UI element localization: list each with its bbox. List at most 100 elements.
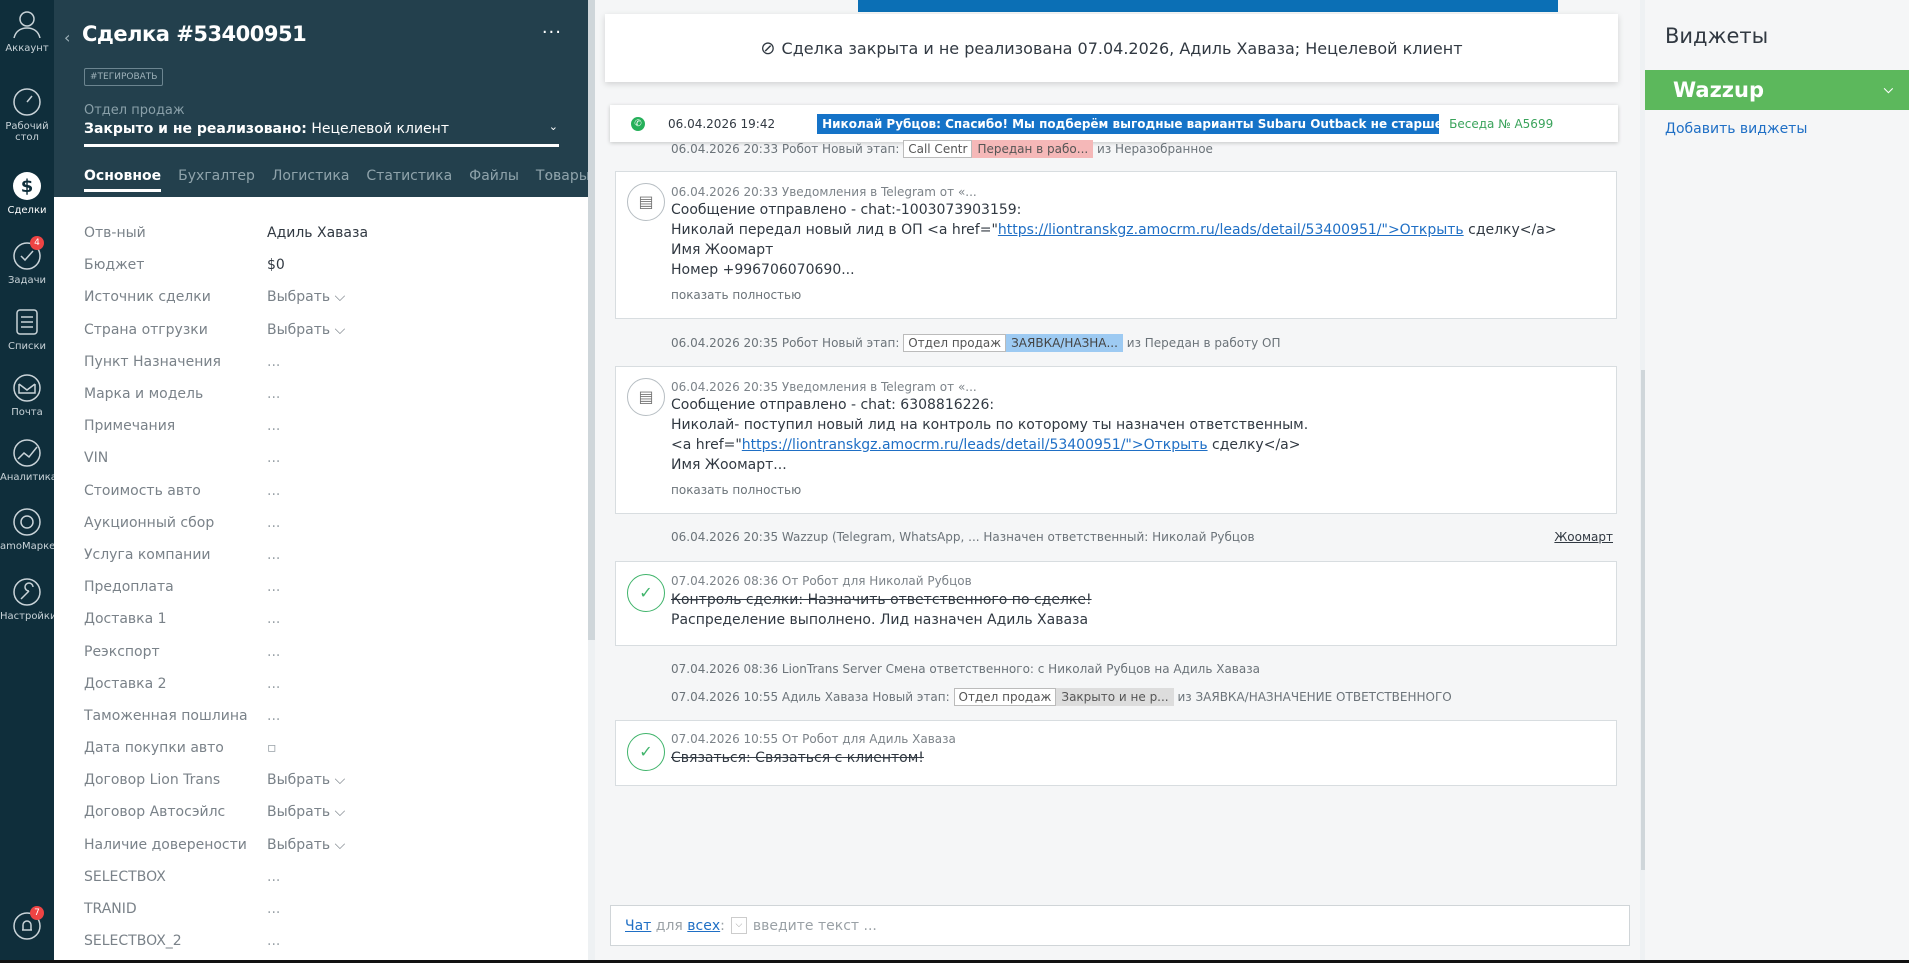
- deal-title[interactable]: Сделка #53400951: [82, 22, 307, 46]
- recipients-dropdown[interactable]: ⌵: [730, 917, 747, 934]
- field-value[interactable]: ...: [267, 450, 280, 466]
- field-value[interactable]: ...: [267, 901, 280, 917]
- nav-lists[interactable]: Списки: [0, 306, 54, 352]
- tag-button[interactable]: #ТЕГИРОВАТЬ: [84, 68, 164, 86]
- field-value[interactable]: ...: [267, 579, 280, 595]
- field-value[interactable]: ...: [267, 354, 280, 370]
- back-arrow-icon[interactable]: ‹: [64, 28, 70, 47]
- feed-system-line: 06.04.2026 20:35 Робот Новый этап: Отдел…: [671, 334, 1280, 352]
- field-value[interactable]: ...: [267, 933, 280, 949]
- nav-notifications[interactable]: 7: [0, 906, 54, 945]
- tab-logistics[interactable]: Логистика: [272, 168, 350, 192]
- wazzup-widget[interactable]: Wazzup ⌵: [1645, 70, 1909, 110]
- nav-desktop[interactable]: Рабочий стол: [0, 86, 54, 143]
- nav-settings[interactable]: Настройки: [0, 576, 57, 622]
- field-value[interactable]: ▫: [267, 740, 277, 756]
- sys2-tail: из Передан в работу ОП: [1126, 336, 1281, 350]
- field-value[interactable]: Выбрать ⌵: [267, 837, 345, 853]
- field-value[interactable]: ...: [267, 547, 280, 563]
- deal-card-panel: ‹ Сделка #53400951 ··· #ТЕГИРОВАТЬ Отдел…: [54, 0, 590, 963]
- note-text: <a href=": [671, 437, 742, 453]
- note-text: Николай передал новый лид в ОП <a href=": [671, 222, 998, 238]
- deal-tabs: Основное Бухгалтер Логистика Статистика …: [84, 168, 607, 192]
- more-menu-icon[interactable]: ···: [542, 22, 562, 43]
- field-name: SELECTBOX: [84, 868, 166, 885]
- contact-link[interactable]: Жоомарт: [1554, 530, 1613, 544]
- nav-settings-label: Настройки: [0, 611, 57, 622]
- lists-icon: [16, 309, 38, 335]
- nav-account-label: Аккаунт: [5, 43, 49, 54]
- show-more-link[interactable]: показать полностью: [671, 483, 801, 497]
- feed-task: ✓ 07.04.2026 08:36 От Робот для Николай …: [615, 561, 1617, 646]
- sys3-text: 06.04.2026 20:35 Wazzup (Telegram, Whats…: [671, 530, 1255, 544]
- field-value[interactable]: ...: [267, 386, 280, 402]
- note-line: Номер +996706070690...: [671, 262, 855, 278]
- field-row: Бюджет $0: [84, 249, 564, 281]
- left-scroll-thumb[interactable]: [588, 0, 595, 640]
- field-row: Страна отгрузки Выбрать ⌵: [84, 314, 564, 346]
- deal-link[interactable]: https://liontranskgz.amocrm.ru/leads/det…: [998, 222, 1464, 238]
- show-more-link[interactable]: показать полностью: [671, 288, 801, 302]
- add-widgets-link[interactable]: Добавить виджеты: [1665, 121, 1807, 137]
- checkmark-icon[interactable]: ✓: [627, 733, 665, 771]
- wrench-icon: [13, 578, 41, 606]
- chevron-down-icon[interactable]: ⌄: [549, 120, 558, 133]
- field-value[interactable]: Выбрать ⌵: [267, 772, 345, 788]
- composer-for: для: [651, 917, 688, 934]
- field-row: SELECTBOX_2...: [84, 925, 564, 957]
- analytics-icon: [13, 439, 41, 467]
- main-nav: Аккаунт Рабочий стол $ Сделки 4 Задачи С…: [0, 0, 61, 963]
- field-value[interactable]: ...: [267, 676, 280, 692]
- chat-conversation-link[interactable]: Беседа № A5699: [1449, 117, 1553, 131]
- field-value[interactable]: ...: [267, 611, 280, 627]
- tab-statistics[interactable]: Статистика: [366, 168, 452, 192]
- deal-link[interactable]: https://liontranskgz.amocrm.ru/leads/det…: [742, 437, 1208, 453]
- field-value[interactable]: Выбрать ⌵: [267, 804, 345, 820]
- tab-main[interactable]: Основное: [84, 168, 162, 192]
- chat-link[interactable]: Чат: [625, 918, 651, 934]
- field-value[interactable]: Адиль Хаваза: [267, 225, 368, 241]
- field-name: Страна отгрузки: [84, 321, 208, 338]
- note-line: Николай передал новый лид в ОП <a href="…: [671, 220, 1557, 240]
- field-value[interactable]: ...: [267, 869, 280, 885]
- stage-pill: Call Centr: [903, 140, 973, 158]
- checkmark-icon[interactable]: ✓: [627, 574, 665, 612]
- tab-files[interactable]: Файлы: [469, 168, 519, 192]
- tabs-more-button[interactable]: ···: [545, 168, 558, 184]
- tab-accounting[interactable]: Бухгалтер: [178, 168, 255, 192]
- field-value[interactable]: Выбрать ⌵: [267, 322, 345, 338]
- left-scrollbar[interactable]: [588, 0, 595, 963]
- field-value[interactable]: ...: [267, 418, 280, 434]
- pipeline-status[interactable]: Закрыто и не реализовано: Нецелевой клие…: [84, 121, 449, 137]
- field-row: Услуга компании...: [84, 539, 564, 571]
- nav-analytics[interactable]: Аналитика: [0, 437, 57, 483]
- chat-message[interactable]: Николай Рубцов: Спасибо! Мы подберём выг…: [817, 113, 1440, 134]
- composer-placeholder[interactable]: введите текст ...: [753, 918, 877, 934]
- field-value[interactable]: $0: [267, 257, 285, 273]
- chevron-down-icon[interactable]: ⌵: [1884, 82, 1893, 97]
- field-value[interactable]: ...: [267, 515, 280, 531]
- field-row: TRANID...: [84, 893, 564, 925]
- field-value[interactable]: Выбрать ⌵: [267, 289, 345, 305]
- chat-preview-bar[interactable]: ✆ 06.04.2026 19:42 Николай Рубцов: Спаси…: [610, 105, 1618, 142]
- field-name: VIN: [84, 450, 109, 467]
- nav-account[interactable]: Аккаунт: [0, 8, 54, 54]
- nav-tasks[interactable]: 4 Задачи: [0, 236, 54, 286]
- field-value[interactable]: ...: [267, 483, 280, 499]
- field-name: Марка и модель: [84, 386, 204, 403]
- nav-mail[interactable]: Почта: [0, 372, 54, 418]
- note-meta: 06.04.2026 20:33 Уведомления в Telegram …: [671, 185, 977, 199]
- field-value[interactable]: ...: [267, 708, 280, 724]
- field-value[interactable]: ...: [267, 644, 280, 660]
- nav-deals[interactable]: $ Сделки: [0, 170, 54, 216]
- field-row: Примечания...: [84, 410, 564, 442]
- widgets-title: Виджеты: [1665, 24, 1769, 48]
- deals-icon: $: [13, 172, 41, 200]
- chat-composer[interactable]: Чат для всех : ⌵ введите текст ...: [610, 905, 1630, 946]
- nav-market[interactable]: amoМаркет: [0, 506, 61, 552]
- composer-colon: :: [720, 917, 725, 934]
- recipients-link[interactable]: всех: [687, 918, 720, 934]
- field-name: Доставка 2: [84, 675, 167, 692]
- stage-pill: Закрыто и не р...: [1056, 688, 1174, 706]
- chat-date: 06.04.2026 19:42: [668, 116, 776, 131]
